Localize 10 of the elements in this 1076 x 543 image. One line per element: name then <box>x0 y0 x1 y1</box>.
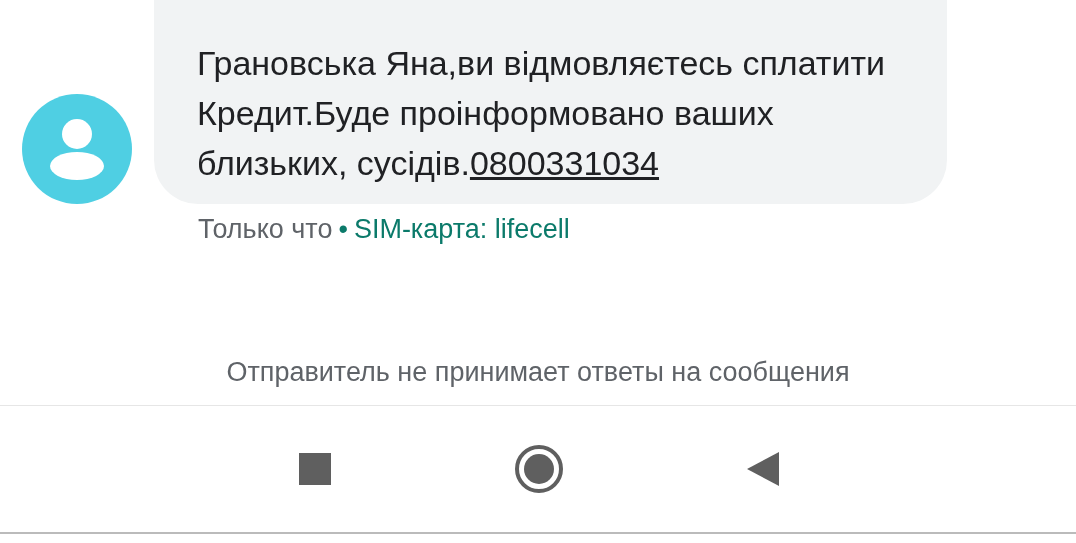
recents-icon[interactable] <box>298 452 332 486</box>
back-icon[interactable] <box>746 451 780 487</box>
phone-link[interactable]: 0800331034 <box>469 144 659 182</box>
sim-label: SIM-карта: lifecell <box>353 214 570 245</box>
reply-notice: Отправитель не принимает ответы на сообщения <box>225 357 851 389</box>
message-time: Только что <box>198 214 333 245</box>
message-text: Грановська Яна,ви відмовляєтесь сплатити Кредит.Буде проінформовано ваших близьких, сусідів.0800331034 <box>197 43 886 184</box>
separator-dot: • <box>338 214 348 245</box>
avatar-icon <box>22 94 132 204</box>
home-icon[interactable] <box>514 444 564 494</box>
